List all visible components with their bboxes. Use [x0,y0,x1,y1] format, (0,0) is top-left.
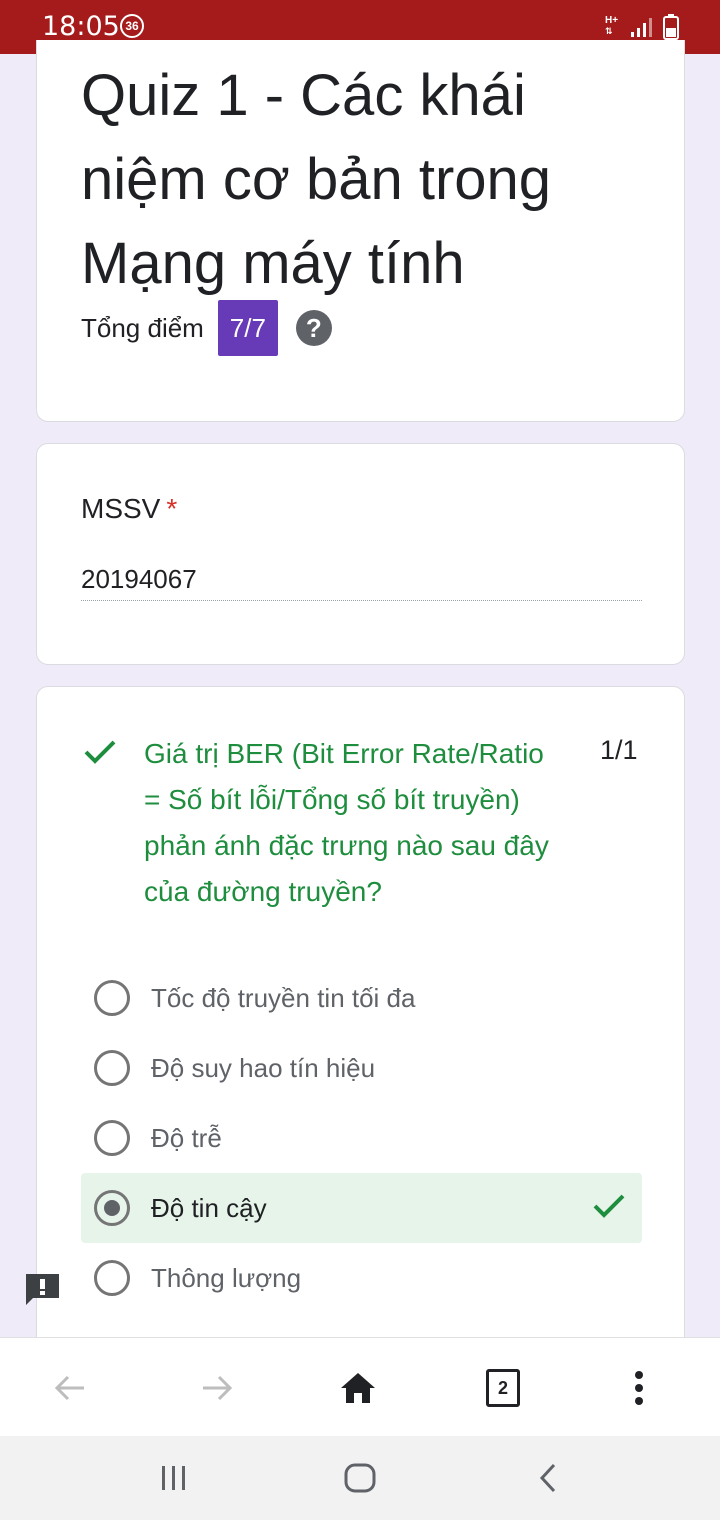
tab-count: 2 [486,1369,520,1407]
radio-unselected-icon [94,980,130,1016]
question-card: Giá trị BER (Bit Error Rate/Ratio = Số b… [36,686,685,1406]
network-type-label: H+ [605,15,619,26]
tab-switcher-button[interactable]: 2 [481,1366,525,1410]
browser-toolbar: 2 [0,1337,720,1436]
system-nav-bar [0,1436,720,1520]
back-nav-icon[interactable] [528,1458,568,1498]
option-4-correct[interactable]: Độ tin cậy [81,1173,642,1243]
radio-unselected-icon [94,1120,130,1156]
quiz-header-card: Quiz 1 - Các khái niệm cơ bản trong Mạng… [36,40,685,422]
report-feedback-icon[interactable] [24,1272,61,1306]
option-3[interactable]: Độ trễ [81,1103,642,1173]
answer-underline [81,600,642,601]
option-5[interactable]: Thông lượng [81,1243,642,1313]
radio-unselected-icon [94,1260,130,1296]
radio-unselected-icon [94,1050,130,1086]
option-label: Độ trễ [151,1122,222,1153]
mssv-label-text: MSSV [81,493,161,524]
option-label: Độ tin cậy [151,1192,267,1223]
battery-icon [663,14,679,40]
help-icon[interactable]: ? [295,310,332,346]
home-nav-icon[interactable] [340,1458,380,1498]
mssv-answer: 20194067 [81,564,197,594]
option-1[interactable]: Tốc độ truyền tin tối đa [81,963,642,1033]
option-label: Thông lượng [151,1262,302,1293]
correct-check-icon [84,740,116,764]
more-menu-icon[interactable] [617,1366,661,1410]
status-time: 18:05 [42,11,120,42]
score-row: Tổng điểm 7/7 ? [81,300,332,356]
recent-apps-icon[interactable] [154,1458,194,1498]
forward-arrow-icon[interactable] [195,1366,239,1410]
quiz-title: Quiz 1 - Các khái niệm cơ bản trong Mạng… [81,63,552,296]
correct-answer-check-icon [593,1194,625,1218]
notification-badge: 36 [120,14,144,38]
required-mark: * [166,493,178,524]
network-type-icon: H+ ⇅ [605,15,619,37]
score-badge: 7/7 [217,300,278,356]
radio-selected-icon [94,1190,130,1226]
mssv-card: MSSV * 20194067 [36,443,685,665]
signal-icon [631,18,652,37]
option-label: Độ suy hao tín hiệu [151,1052,376,1083]
home-icon[interactable] [336,1366,380,1410]
question-text: Giá trị BER (Bit Error Rate/Ratio = Số b… [144,738,549,907]
back-arrow-icon[interactable] [48,1366,92,1410]
mssv-label: MSSV * [81,493,177,525]
option-label: Tốc độ truyền tin tối đa [151,982,416,1013]
question-points: 1/1 [600,735,638,765]
option-2[interactable]: Độ suy hao tín hiệu [81,1033,642,1103]
score-label: Tổng điểm [81,312,204,343]
